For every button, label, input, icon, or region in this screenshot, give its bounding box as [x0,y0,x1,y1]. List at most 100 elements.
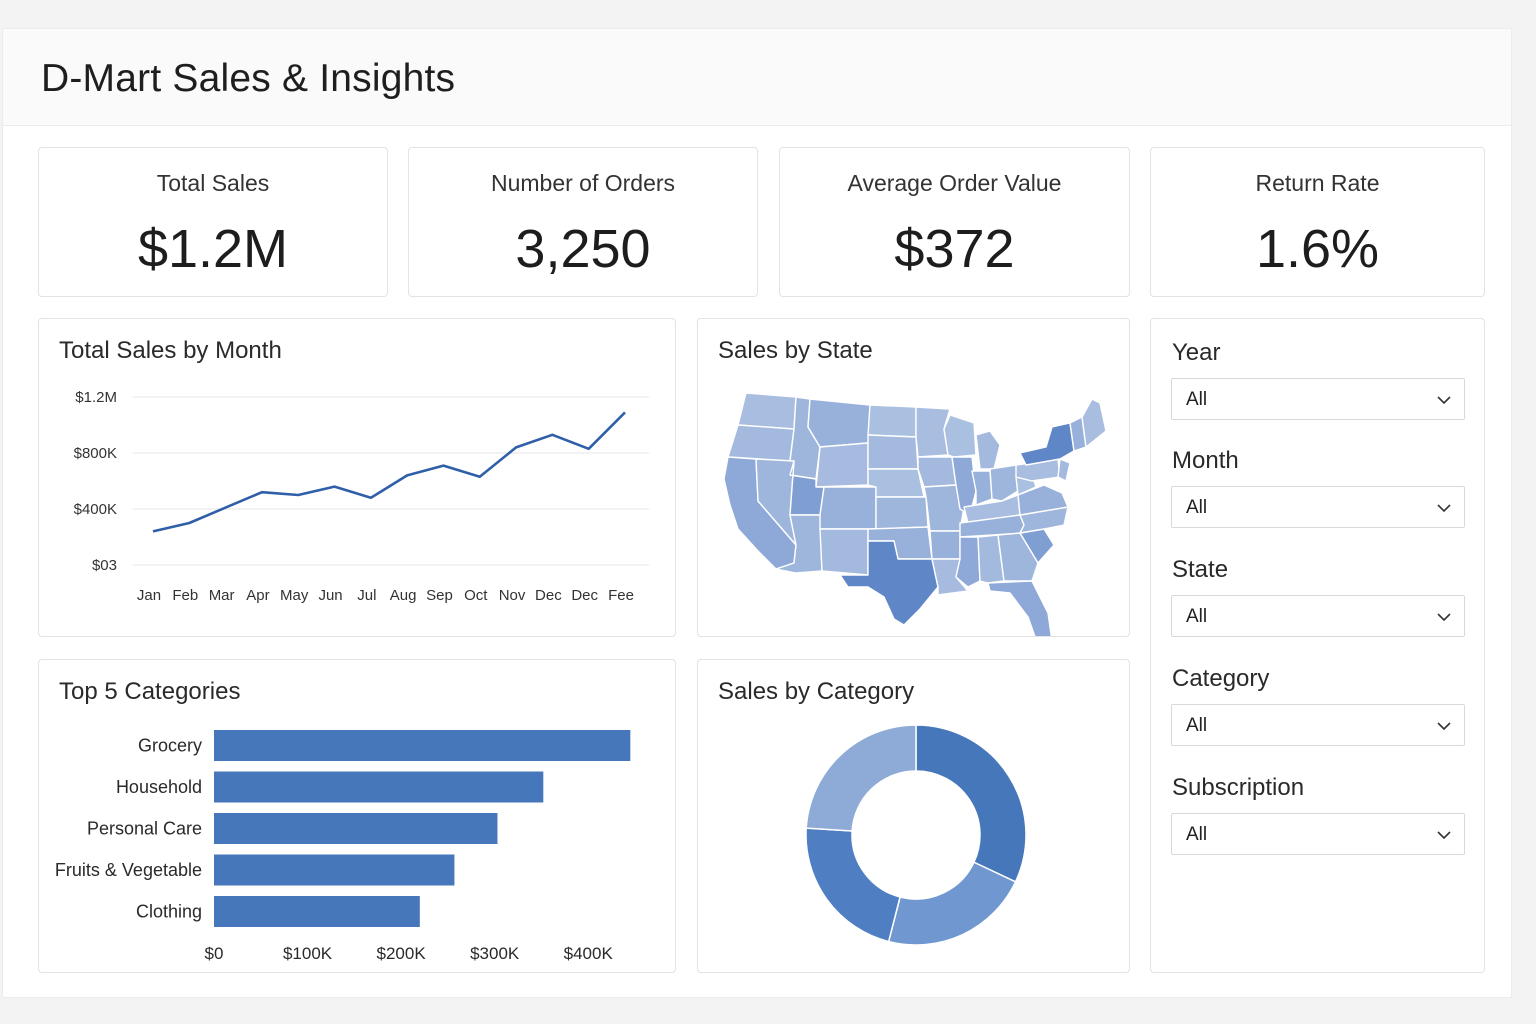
x-tick-label: $300K [470,944,520,963]
x-tick-label: Jul [357,587,376,604]
kpi-value: $1.2M [137,219,289,279]
us-map [723,392,1107,636]
kpi-label: Average Order Value [847,170,1062,196]
x-tick-label: Feb [172,587,198,604]
x-tick-label: Aug [390,587,417,604]
x-tick-label: May [280,587,309,604]
map-region-new-mexico [819,528,869,576]
bar [214,854,455,886]
map-region-maine [1081,398,1107,448]
subscription-dropdown[interactable]: All [1171,813,1465,855]
x-tick-label: Mar [209,587,235,604]
kpi-card-return-rate: Return Rate 1.6% [1150,147,1485,297]
dropdown-value: All [1186,497,1208,518]
page-title: D-Mart Sales & Insights [41,57,456,100]
category-label: Fruits & Vegetable [55,860,202,880]
year-dropdown[interactable]: All [1171,378,1465,420]
x-tick-label: $100K [283,944,333,963]
series-line [152,411,626,533]
map-region-wyoming [815,442,869,488]
dashboard: D-Mart Sales & Insights Total Sales $1.2… [2,28,1512,998]
map-region-mississippi [955,536,981,588]
filter-label-category: Category [1172,665,1270,692]
chevron-down-icon [1437,504,1451,513]
donut-chart-panel: Sales by Category [697,659,1130,973]
x-tick-label: Oct [464,587,488,604]
map-region-wisconsin [943,414,977,458]
category-label: Household [116,777,202,797]
line-chart-panel: Total Sales by Month $03 $400K $800K $1.2M J… [38,318,676,637]
filter-label-state: State [1172,556,1229,583]
kpi-value: $372 [894,219,1015,279]
x-tick-label: Fee [608,587,634,604]
category-label: Grocery [138,736,202,756]
line-chart: $03 $400K $800K $1.2M Jan Feb Mar Apr May Jun Jul A… [74,389,649,604]
dropdown-value: All [1186,606,1208,627]
category-label: Clothing [136,902,202,922]
filter-label-month: Month [1172,447,1239,474]
x-tick-label: $200K [377,944,427,963]
donut-chart [805,724,1027,946]
kpi-label: Number of Orders [490,170,676,196]
y-tick-label: $03 [92,557,117,574]
map-region-indiana [971,470,993,506]
filter-label-year: Year [1172,339,1221,366]
map-region-iowa [917,456,957,488]
bar [214,730,631,761]
state-dropdown[interactable]: All [1171,595,1465,637]
bar-chart: Grocery Household Personal Care Fruits & Ve… [55,730,631,963]
map-region-florida [987,580,1052,636]
map-region-new-jersey [1057,458,1071,482]
map-region-colorado [819,486,877,530]
donut-slice [915,724,1027,883]
map-region-michigan [975,430,1001,470]
y-tick-label: $400K [74,501,117,518]
map-region-nebraska [867,468,925,498]
kpi-value: 1.6% [1255,219,1380,279]
map-region-oregon [727,424,795,462]
kpi-value: 3,250 [515,219,651,279]
filter-label-subscription: Subscription [1172,774,1305,801]
donut-slice [805,827,901,943]
map-region-south-dakota [867,434,919,470]
bar [214,771,544,803]
y-tick-label: $800K [74,445,117,462]
bar [214,896,420,927]
x-tick-label: Apr [246,587,269,604]
x-tick-label: $0 [205,944,224,963]
dropdown-value: All [1186,715,1208,736]
donut-slice [887,861,1017,946]
dropdown-value: All [1186,389,1208,410]
chevron-down-icon [1437,613,1451,622]
filters-panel: Year All Month All State All Category Al… [1150,318,1485,973]
category-dropdown[interactable]: All [1171,704,1465,746]
map-region-kansas [875,496,929,530]
map-region-north-dakota [867,404,917,438]
kpi-card-number-of-orders: Number of Orders 3,250 [408,147,758,297]
month-dropdown[interactable]: All [1171,486,1465,528]
map-region-montana [807,398,871,448]
header: D-Mart Sales & Insights [3,29,1511,126]
kpi-card-total-sales: Total Sales $1.2M [38,147,388,297]
bar-chart-panel: Top 5 Categories Grocery Household Persona… [38,659,676,973]
map-region-new-york [1019,422,1075,466]
x-tick-label: Dec [535,587,562,604]
x-tick-label: Nov [499,587,526,604]
x-tick-label: $400K [564,944,614,963]
x-tick-label: Sep [426,587,453,604]
map-panel: Sales by State [697,318,1130,637]
dropdown-value: All [1186,824,1208,845]
x-tick-label: Jun [318,587,342,604]
category-label: Personal Care [87,819,202,839]
bar [214,813,498,844]
donut-slice [805,724,917,832]
map-region-ohio [989,464,1019,502]
y-tick-label: $1.2M [75,389,117,406]
x-tick-label: Jan [137,587,161,604]
map-region-washington [737,392,797,430]
x-tick-label: Dec [571,587,598,604]
chevron-down-icon [1437,396,1451,405]
chevron-down-icon [1437,722,1451,731]
kpi-card-average-order-value: Average Order Value $372 [779,147,1130,297]
kpi-label: Return Rate [1255,170,1380,196]
